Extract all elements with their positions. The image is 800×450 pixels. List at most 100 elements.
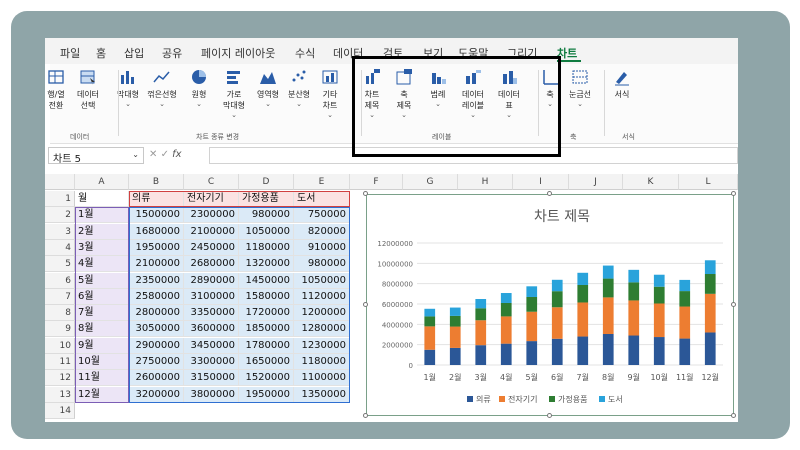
line-type-button[interactable]: 꺾은선형 ⌄ <box>145 68 179 108</box>
enter-icon[interactable]: ✓ <box>161 149 169 160</box>
cell[interactable]: 3050000 <box>129 321 184 338</box>
row-header-7[interactable]: 7 <box>45 288 75 305</box>
tab-3[interactable]: 공유 <box>162 45 182 61</box>
row-header-13[interactable]: 13 <box>45 386 75 403</box>
cell[interactable]: 3150000 <box>184 370 239 387</box>
cell[interactable]: 4월 <box>75 256 129 273</box>
resize-handle[interactable] <box>363 302 368 307</box>
column-header-I[interactable]: I <box>513 174 569 190</box>
cell[interactable]: 의류 <box>129 191 184 207</box>
column-header-A[interactable]: A <box>75 174 129 190</box>
row-header-12[interactable]: 12 <box>45 370 75 387</box>
column-header-F[interactable]: F <box>350 174 403 190</box>
scatter-type-button[interactable]: 분산형 ⌄ <box>282 68 316 108</box>
cell[interactable]: 3200000 <box>129 386 184 403</box>
column-header-H[interactable]: H <box>458 174 513 190</box>
cell[interactable]: 2900000 <box>129 337 184 354</box>
cell[interactable]: 7월 <box>75 305 129 322</box>
tab-1[interactable]: 홈 <box>96 45 106 61</box>
fx-icon[interactable]: fx <box>172 149 181 160</box>
bar-type-button[interactable]: 막대형 ⌄ <box>111 68 145 108</box>
cell[interactable]: 750000 <box>294 207 350 224</box>
cell[interactable]: 11월 <box>75 370 129 387</box>
cell[interactable]: 2100000 <box>184 223 239 240</box>
cell[interactable]: 전자기기 <box>184 191 239 207</box>
column-header-J[interactable]: J <box>569 174 623 190</box>
cell[interactable]: 2680000 <box>184 256 239 273</box>
row-header-4[interactable]: 4 <box>45 239 75 256</box>
cell[interactable]: 1520000 <box>239 370 294 387</box>
cell[interactable]: 1280000 <box>294 321 350 338</box>
cell[interactable]: 1월 <box>75 207 129 224</box>
resize-handle[interactable] <box>363 413 368 418</box>
cell[interactable]: 10월 <box>75 354 129 370</box>
cell[interactable]: 1850000 <box>239 321 294 338</box>
cell[interactable]: 도서 <box>294 191 350 207</box>
cell[interactable]: 2600000 <box>129 370 184 387</box>
cell[interactable]: 3350000 <box>184 305 239 322</box>
format-button[interactable]: 서식 <box>605 68 639 100</box>
cell[interactable]: 1320000 <box>239 256 294 273</box>
row-header-10[interactable]: 10 <box>45 337 75 354</box>
row-header-6[interactable]: 6 <box>45 272 75 289</box>
resize-handle[interactable] <box>731 302 736 307</box>
cell[interactable]: 2580000 <box>129 288 184 305</box>
cell[interactable]: 1650000 <box>239 354 294 370</box>
resize-handle[interactable] <box>547 191 552 196</box>
cell[interactable]: 3300000 <box>184 354 239 370</box>
row-header-11[interactable]: 11 <box>45 354 75 370</box>
cell[interactable]: 1500000 <box>129 207 184 224</box>
column-header-E[interactable]: E <box>294 174 350 190</box>
cell[interactable]: 8월 <box>75 321 129 338</box>
cell[interactable]: 3450000 <box>184 337 239 354</box>
cell[interactable]: 1050000 <box>294 272 350 289</box>
cell[interactable]: 1050000 <box>239 223 294 240</box>
cell[interactable]: 980000 <box>239 207 294 224</box>
cell[interactable]: 820000 <box>294 223 350 240</box>
cell[interactable]: 9월 <box>75 337 129 354</box>
cell[interactable]: 3월 <box>75 239 129 256</box>
row-header-3[interactable]: 3 <box>45 223 75 240</box>
tab-5[interactable]: 수식 <box>295 45 315 61</box>
cell[interactable]: 1180000 <box>239 239 294 256</box>
column-header-B[interactable]: B <box>129 174 184 190</box>
cell[interactable]: 980000 <box>294 256 350 273</box>
cell[interactable]: 2450000 <box>184 239 239 256</box>
cell[interactable]: 2100000 <box>129 256 184 273</box>
stacked-bar-chart[interactable]: 차트 제목 0 2000000 4000000 6000000 8000000 100000… <box>363 191 736 418</box>
cell[interactable]: 1200000 <box>294 305 350 322</box>
cell[interactable]: 1350000 <box>294 386 350 403</box>
tab-0[interactable]: 파일 <box>60 45 80 61</box>
area-type-button[interactable]: 영역형 ⌄ <box>251 68 285 108</box>
cell[interactable]: 1230000 <box>294 337 350 354</box>
cell[interactable]: 3800000 <box>184 386 239 403</box>
select-data-button[interactable]: 데이터 선택 <box>71 68 105 111</box>
cell[interactable]: 가정용품 <box>239 191 294 207</box>
column-header-C[interactable]: C <box>184 174 239 190</box>
cell[interactable]: 2월 <box>75 223 129 240</box>
row-header-5[interactable]: 5 <box>45 256 75 273</box>
resize-handle[interactable] <box>731 191 736 196</box>
resize-handle[interactable] <box>547 413 552 418</box>
row-header-2[interactable]: 2 <box>45 207 75 224</box>
cell[interactable]: 1180000 <box>294 354 350 370</box>
cell[interactable]: 2300000 <box>184 207 239 224</box>
resize-handle[interactable] <box>363 191 368 196</box>
column-header-K[interactable]: K <box>623 174 679 190</box>
name-box[interactable]: 차트 5 ⌄ <box>48 147 144 165</box>
cell[interactable]: 5월 <box>75 272 129 289</box>
cell[interactable]: 2750000 <box>129 354 184 370</box>
cell[interactable]: 2800000 <box>129 305 184 322</box>
cell[interactable]: 2350000 <box>129 272 184 289</box>
resize-handle[interactable] <box>731 413 736 418</box>
tab-4[interactable]: 페이지 레이아웃 <box>201 45 275 61</box>
row-header-14[interactable]: 14 <box>45 402 75 419</box>
cell[interactable]: 3100000 <box>184 288 239 305</box>
row-header-9[interactable]: 9 <box>45 321 75 338</box>
column-header-G[interactable]: G <box>403 174 458 190</box>
cell[interactable]: 1100000 <box>294 370 350 387</box>
switch-row-col-button[interactable]: 행/열 전환 <box>45 68 73 111</box>
cell[interactable]: 월 <box>75 191 129 207</box>
cell[interactable]: 1950000 <box>129 239 184 256</box>
tab-2[interactable]: 삽입 <box>124 45 144 61</box>
